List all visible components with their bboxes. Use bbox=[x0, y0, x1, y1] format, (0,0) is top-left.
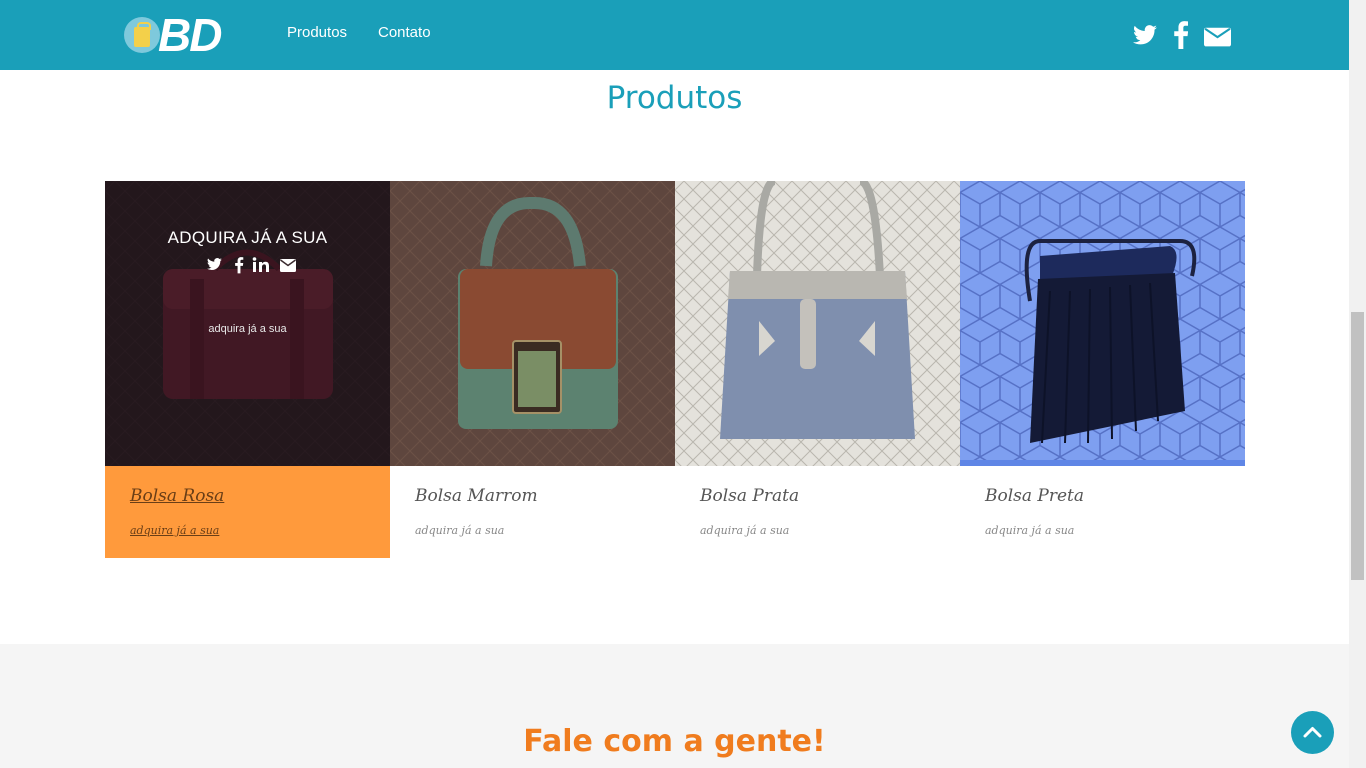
product-subtitle[interactable]: adquira já a sua bbox=[415, 524, 504, 537]
product-name[interactable]: Bolsa Preta bbox=[985, 486, 1084, 506]
logo-text: BD bbox=[158, 9, 222, 61]
chevron-up-icon bbox=[1303, 727, 1322, 738]
products-section-title: Produtos bbox=[606, 80, 743, 116]
twitter-icon[interactable] bbox=[207, 258, 222, 271]
product-image[interactable] bbox=[390, 181, 675, 466]
envelope-icon[interactable] bbox=[1204, 18, 1231, 52]
product-hover-overlay: ADQUIRA JÁ A SUA adquira já a sua bbox=[105, 181, 390, 466]
bag-prata-image bbox=[675, 181, 960, 466]
product-subtitle[interactable]: adquira já a sua bbox=[130, 524, 219, 537]
twitter-icon[interactable] bbox=[1133, 18, 1157, 52]
overlay-social-icons bbox=[207, 257, 296, 274]
navbar: BD Produtos Contato bbox=[0, 0, 1349, 70]
product-subtitle[interactable]: adquira já a sua bbox=[985, 524, 1074, 537]
product-card-bolsa-marrom[interactable]: Bolsa Marrom adquira já a sua bbox=[390, 181, 675, 558]
overlay-subtitle: adquira já a sua bbox=[208, 323, 287, 335]
bag-preta-image bbox=[960, 181, 1245, 466]
product-caption: Bolsa Marrom adquira já a sua bbox=[390, 466, 675, 558]
product-image[interactable] bbox=[675, 181, 960, 466]
nav-link-contato[interactable]: Contato bbox=[378, 24, 431, 41]
envelope-icon[interactable] bbox=[280, 259, 296, 272]
linkedin-icon[interactable] bbox=[252, 257, 269, 272]
overlay-title: ADQUIRA JÁ A SUA bbox=[167, 228, 328, 247]
contact-section: Fale com a gente! bbox=[0, 644, 1349, 768]
bag-marrom-image bbox=[390, 181, 675, 466]
product-image[interactable]: ADQUIRA JÁ A SUA adquira já a sua bbox=[105, 181, 390, 466]
nav-link-produtos[interactable]: Produtos bbox=[287, 24, 347, 41]
product-name[interactable]: Bolsa Rosa bbox=[130, 486, 224, 506]
scrollbar-thumb[interactable] bbox=[1351, 312, 1364, 580]
page: BD Produtos Contato Produtos ADQUIRA JÁ … bbox=[0, 0, 1349, 768]
facebook-icon[interactable] bbox=[1174, 18, 1188, 52]
facebook-icon[interactable] bbox=[235, 257, 244, 274]
product-caption: Bolsa Preta adquira já a sua bbox=[960, 466, 1245, 558]
back-to-top-button[interactable] bbox=[1291, 711, 1334, 754]
product-card-bolsa-prata[interactable]: Bolsa Prata adquira já a sua bbox=[675, 181, 960, 558]
product-subtitle[interactable]: adquira já a sua bbox=[700, 524, 789, 537]
site-logo[interactable]: BD bbox=[124, 9, 248, 61]
vertical-scrollbar[interactable] bbox=[1349, 0, 1366, 768]
product-caption: Bolsa Rosa adquira já a sua bbox=[105, 466, 390, 558]
product-caption: Bolsa Prata adquira já a sua bbox=[675, 466, 960, 558]
logo-bag-icon bbox=[124, 17, 160, 53]
product-card-bolsa-rosa[interactable]: ADQUIRA JÁ A SUA adquira já a sua Bolsa … bbox=[105, 181, 390, 558]
product-name[interactable]: Bolsa Marrom bbox=[415, 486, 538, 506]
product-image[interactable] bbox=[960, 181, 1245, 466]
product-name[interactable]: Bolsa Prata bbox=[700, 486, 799, 506]
contact-section-title: Fale com a gente! bbox=[523, 724, 826, 759]
product-card-bolsa-preta[interactable]: Bolsa Preta adquira já a sua bbox=[960, 181, 1245, 558]
